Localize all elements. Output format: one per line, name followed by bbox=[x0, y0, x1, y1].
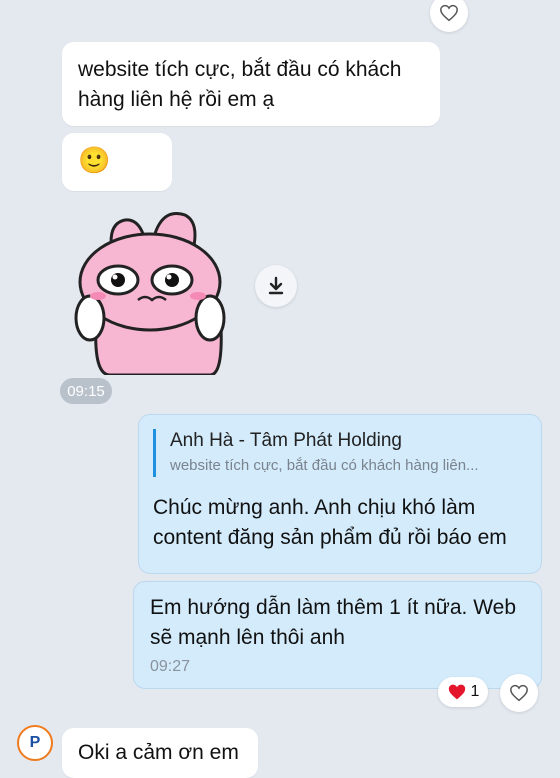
message-text: website tích cực, bắt đầu có khách hàng … bbox=[78, 58, 402, 111]
like-react-button[interactable] bbox=[500, 674, 538, 712]
pink-bunny-sticker-image bbox=[74, 212, 226, 377]
quote-text: website tích cực, bắt đầu có khách hàng … bbox=[170, 457, 479, 474]
heart-filled-icon bbox=[448, 684, 465, 700]
download-button[interactable] bbox=[255, 265, 297, 307]
message-timestamp: 09:27 bbox=[150, 658, 191, 675]
quote-author: Anh Hà - Tâm Phát Holding bbox=[170, 430, 402, 451]
reaction-count: 1 bbox=[470, 683, 480, 700]
sticker-timestamp-pill: 09:15 bbox=[60, 378, 112, 404]
heart-outline-icon bbox=[510, 684, 528, 702]
sender-avatar[interactable]: P bbox=[17, 725, 53, 761]
like-react-button[interactable] bbox=[430, 0, 468, 32]
avatar-logo-letter: P bbox=[29, 734, 41, 751]
outgoing-message-bubble[interactable]: Em hướng dẫn làm thêm 1 ít nữa. Web sẽ m… bbox=[133, 581, 542, 689]
bunny-sticker[interactable] bbox=[70, 200, 230, 377]
reaction-count-pill[interactable]: 1 bbox=[438, 677, 488, 707]
smiley-emoji: 🙂 bbox=[78, 145, 111, 175]
message-text: Em hướng dẫn làm thêm 1 ít nữa. Web sẽ m… bbox=[150, 596, 517, 649]
incoming-emoji-bubble[interactable]: 🙂 bbox=[62, 133, 172, 191]
outgoing-reply-bubble[interactable]: Anh Hà - Tâm Phát Holding website tích c… bbox=[138, 414, 542, 574]
download-icon bbox=[268, 276, 284, 295]
message-text: Oki a cảm ơn em bbox=[78, 741, 239, 764]
incoming-message-bubble[interactable]: website tích cực, bắt đầu có khách hàng … bbox=[62, 42, 440, 126]
quote-block[interactable]: Anh Hà - Tâm Phát Holding website tích c… bbox=[153, 429, 528, 477]
timestamp: 09:15 bbox=[67, 382, 105, 400]
message-text: Chúc mừng anh. Anh chịu khó làm content … bbox=[153, 496, 507, 549]
heart-outline-icon bbox=[440, 4, 458, 22]
incoming-message-bubble[interactable]: Oki a cảm ơn em bbox=[62, 728, 258, 778]
